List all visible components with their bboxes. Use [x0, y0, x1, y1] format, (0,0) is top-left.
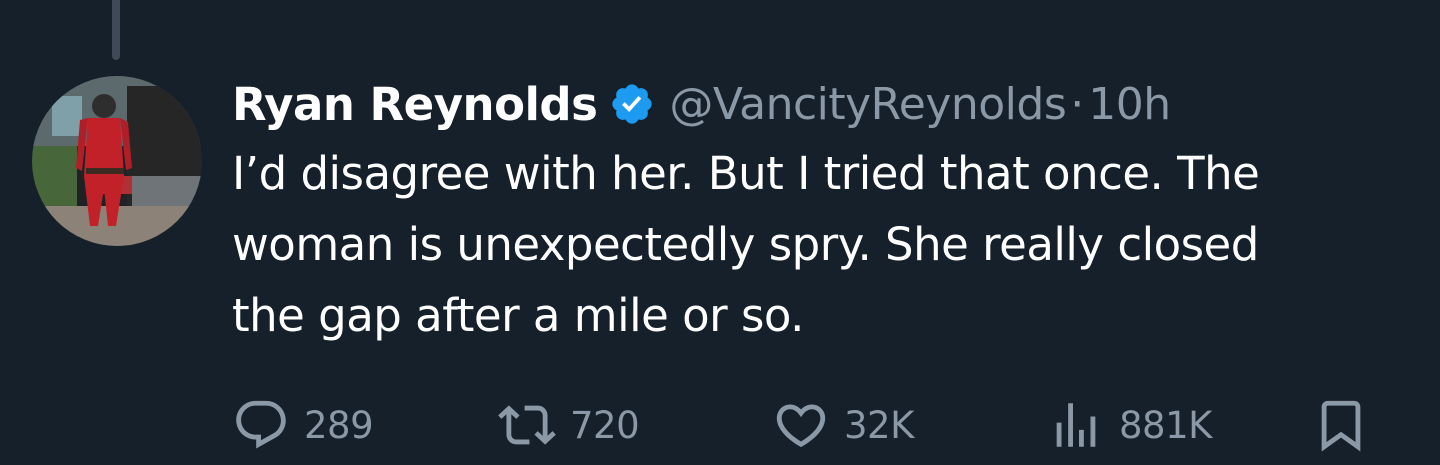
- tweet-text-line: I’d disagree with her. But I tried that …: [232, 147, 1260, 200]
- like-count: 32K: [844, 403, 914, 447]
- views-button[interactable]: 881K: [1047, 395, 1212, 455]
- bookmark-icon: [1321, 400, 1361, 452]
- bookmark-button[interactable]: [1312, 395, 1370, 455]
- tweet[interactable]: Ryan Reynolds @VancityReynolds · 10h I’d…: [0, 0, 1440, 465]
- tweet-header: Ryan Reynolds @VancityReynolds · 10h: [232, 72, 1422, 136]
- thread-connector-line: [112, 0, 120, 60]
- tweet-text-line: the gap after a mile or so.: [232, 289, 804, 342]
- reply-count: 289: [304, 403, 374, 447]
- tweet-content: Ryan Reynolds @VancityReynolds · 10h I’d…: [232, 72, 1422, 351]
- retweet-count: 720: [570, 403, 640, 447]
- like-button[interactable]: 32K: [772, 395, 914, 455]
- verified-badge-icon[interactable]: [609, 81, 655, 127]
- heart-icon: [776, 404, 826, 448]
- avatar-image: [32, 76, 202, 246]
- views-count: 881K: [1119, 403, 1212, 447]
- reply-button[interactable]: 289: [232, 395, 374, 455]
- header-separator: ·: [1070, 78, 1085, 130]
- author-name[interactable]: Ryan Reynolds: [232, 78, 598, 131]
- tweet-timestamp[interactable]: 10h: [1088, 79, 1171, 130]
- tweet-text-line: woman is unexpectedly spry. She really c…: [232, 218, 1259, 271]
- avatar[interactable]: [32, 76, 202, 246]
- views-chart-icon: [1056, 403, 1096, 447]
- retweet-icon: [498, 405, 556, 445]
- reply-icon: [236, 400, 286, 449]
- retweet-button[interactable]: 720: [498, 395, 640, 455]
- tweet-actions-bar: 289 720 32K 881K: [232, 395, 1372, 455]
- tweet-text: I’d disagree with her. But I tried that …: [232, 138, 1422, 351]
- author-handle[interactable]: @VancityReynolds: [669, 79, 1066, 130]
